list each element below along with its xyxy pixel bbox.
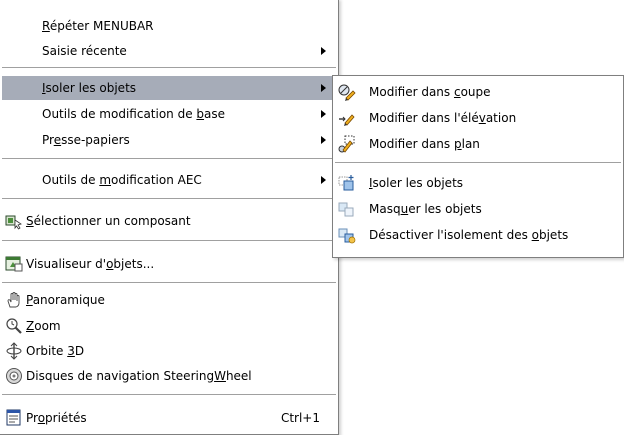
menu-item-basic-modify-tools[interactable]: Outils de modification de base bbox=[2, 102, 336, 126]
menu-item-clipboard[interactable]: Presse-papiers bbox=[2, 128, 336, 152]
submenu-item-end-isolation[interactable]: Désactiver l'isolement des objets bbox=[335, 223, 621, 247]
orbit-icon bbox=[5, 342, 23, 360]
menu-item-isolate-objects[interactable]: Isoler les objets bbox=[2, 76, 336, 100]
zoom-magnifier-icon bbox=[5, 317, 23, 335]
end-isolation-icon bbox=[338, 226, 356, 244]
submenu-arrow-icon bbox=[321, 136, 326, 144]
hide-objects-icon bbox=[338, 200, 356, 218]
menu-separator bbox=[2, 394, 336, 396]
menu-item-label: Outils de modification de base bbox=[42, 107, 226, 121]
edit-in-plan-icon bbox=[338, 135, 356, 153]
edit-in-elevation-icon bbox=[338, 109, 356, 127]
menu-separator bbox=[2, 158, 336, 160]
menu-item-label: Visualiseur d'objets... bbox=[26, 257, 155, 271]
context-menu: Répéter MENUBAR Saisie récente Isoler le… bbox=[0, 0, 339, 435]
menu-item-label: Zoom bbox=[26, 319, 61, 333]
menu-separator bbox=[2, 282, 336, 284]
menu-item-label: Disques de navigation SteeringWheel bbox=[26, 369, 252, 383]
menu-item-recent-input[interactable]: Saisie récente bbox=[2, 39, 336, 63]
menu-item-label: Répéter MENUBAR bbox=[42, 19, 154, 33]
menu-item-orbit-3d[interactable]: Orbite 3D bbox=[2, 339, 336, 363]
submenu-arrow-icon bbox=[321, 84, 326, 92]
submenu-item-edit-in-section[interactable]: Modifier dans coupe bbox=[335, 80, 621, 104]
submenu-item-isolate-objects[interactable]: Isoler les objets bbox=[335, 171, 621, 195]
edit-in-section-icon bbox=[338, 83, 356, 101]
menu-separator bbox=[335, 162, 621, 164]
menu-separator bbox=[2, 67, 336, 69]
submenu-item-hide-objects[interactable]: Masquer les objets bbox=[335, 197, 621, 221]
steeringwheel-icon bbox=[5, 367, 23, 385]
submenu-arrow-icon bbox=[321, 110, 326, 118]
menu-separator bbox=[2, 240, 336, 242]
properties-icon bbox=[5, 409, 23, 427]
menu-item-label: Propriétés bbox=[26, 411, 87, 425]
menu-item-zoom[interactable]: Zoom bbox=[2, 314, 336, 338]
menu-item-label: Désactiver l'isolement des objets bbox=[369, 228, 569, 242]
menu-item-label: Isoler les objets bbox=[42, 81, 137, 95]
menu-item-aec-modify-tools[interactable]: Outils de modification AEC bbox=[2, 168, 336, 192]
shortcut-label: Ctrl+1 bbox=[280, 411, 320, 425]
menu-item-label: Isoler les objets bbox=[369, 176, 464, 190]
menu-item-pan[interactable]: Panoramique bbox=[2, 288, 336, 312]
isolate-objects-icon bbox=[338, 174, 356, 192]
menu-item-label: Outils de modification AEC bbox=[42, 173, 202, 187]
pan-hand-icon bbox=[5, 291, 23, 309]
menu-item-label: Modifier dans l'élévation bbox=[369, 111, 517, 125]
menu-item-properties[interactable]: Propriétés Ctrl+1 bbox=[2, 406, 336, 430]
menu-item-steeringwheel[interactable]: Disques de navigation SteeringWheel bbox=[2, 364, 336, 388]
menu-item-label: Modifier dans coupe bbox=[369, 85, 491, 99]
menu-item-label: Sélectionner un composant bbox=[26, 214, 191, 228]
menu-item-label: Presse-papiers bbox=[42, 133, 130, 147]
menu-item-label: Saisie récente bbox=[42, 44, 127, 58]
object-viewer-icon bbox=[5, 255, 23, 273]
submenu-arrow-icon bbox=[321, 47, 326, 55]
select-component-icon bbox=[5, 212, 23, 230]
submenu-item-edit-in-plan[interactable]: Modifier dans plan bbox=[335, 132, 621, 156]
menu-item-object-viewer[interactable]: Visualiseur d'objets... bbox=[2, 252, 336, 276]
submenu-item-edit-in-elevation[interactable]: Modifier dans l'élévation bbox=[335, 106, 621, 130]
menu-item-label: Masquer les objets bbox=[369, 202, 482, 216]
menu-separator bbox=[2, 198, 336, 200]
menu-item-repeat-menubar[interactable]: Répéter MENUBAR bbox=[2, 14, 336, 38]
menu-item-label: Orbite 3D bbox=[26, 344, 85, 358]
isolate-objects-submenu: Modifier dans coupe Modifier dans l'élév… bbox=[332, 75, 624, 258]
submenu-arrow-icon bbox=[321, 176, 326, 184]
menu-item-label: Modifier dans plan bbox=[369, 137, 480, 151]
menu-item-select-component[interactable]: Sélectionner un composant bbox=[2, 209, 336, 233]
menu-item-label: Panoramique bbox=[26, 293, 105, 307]
